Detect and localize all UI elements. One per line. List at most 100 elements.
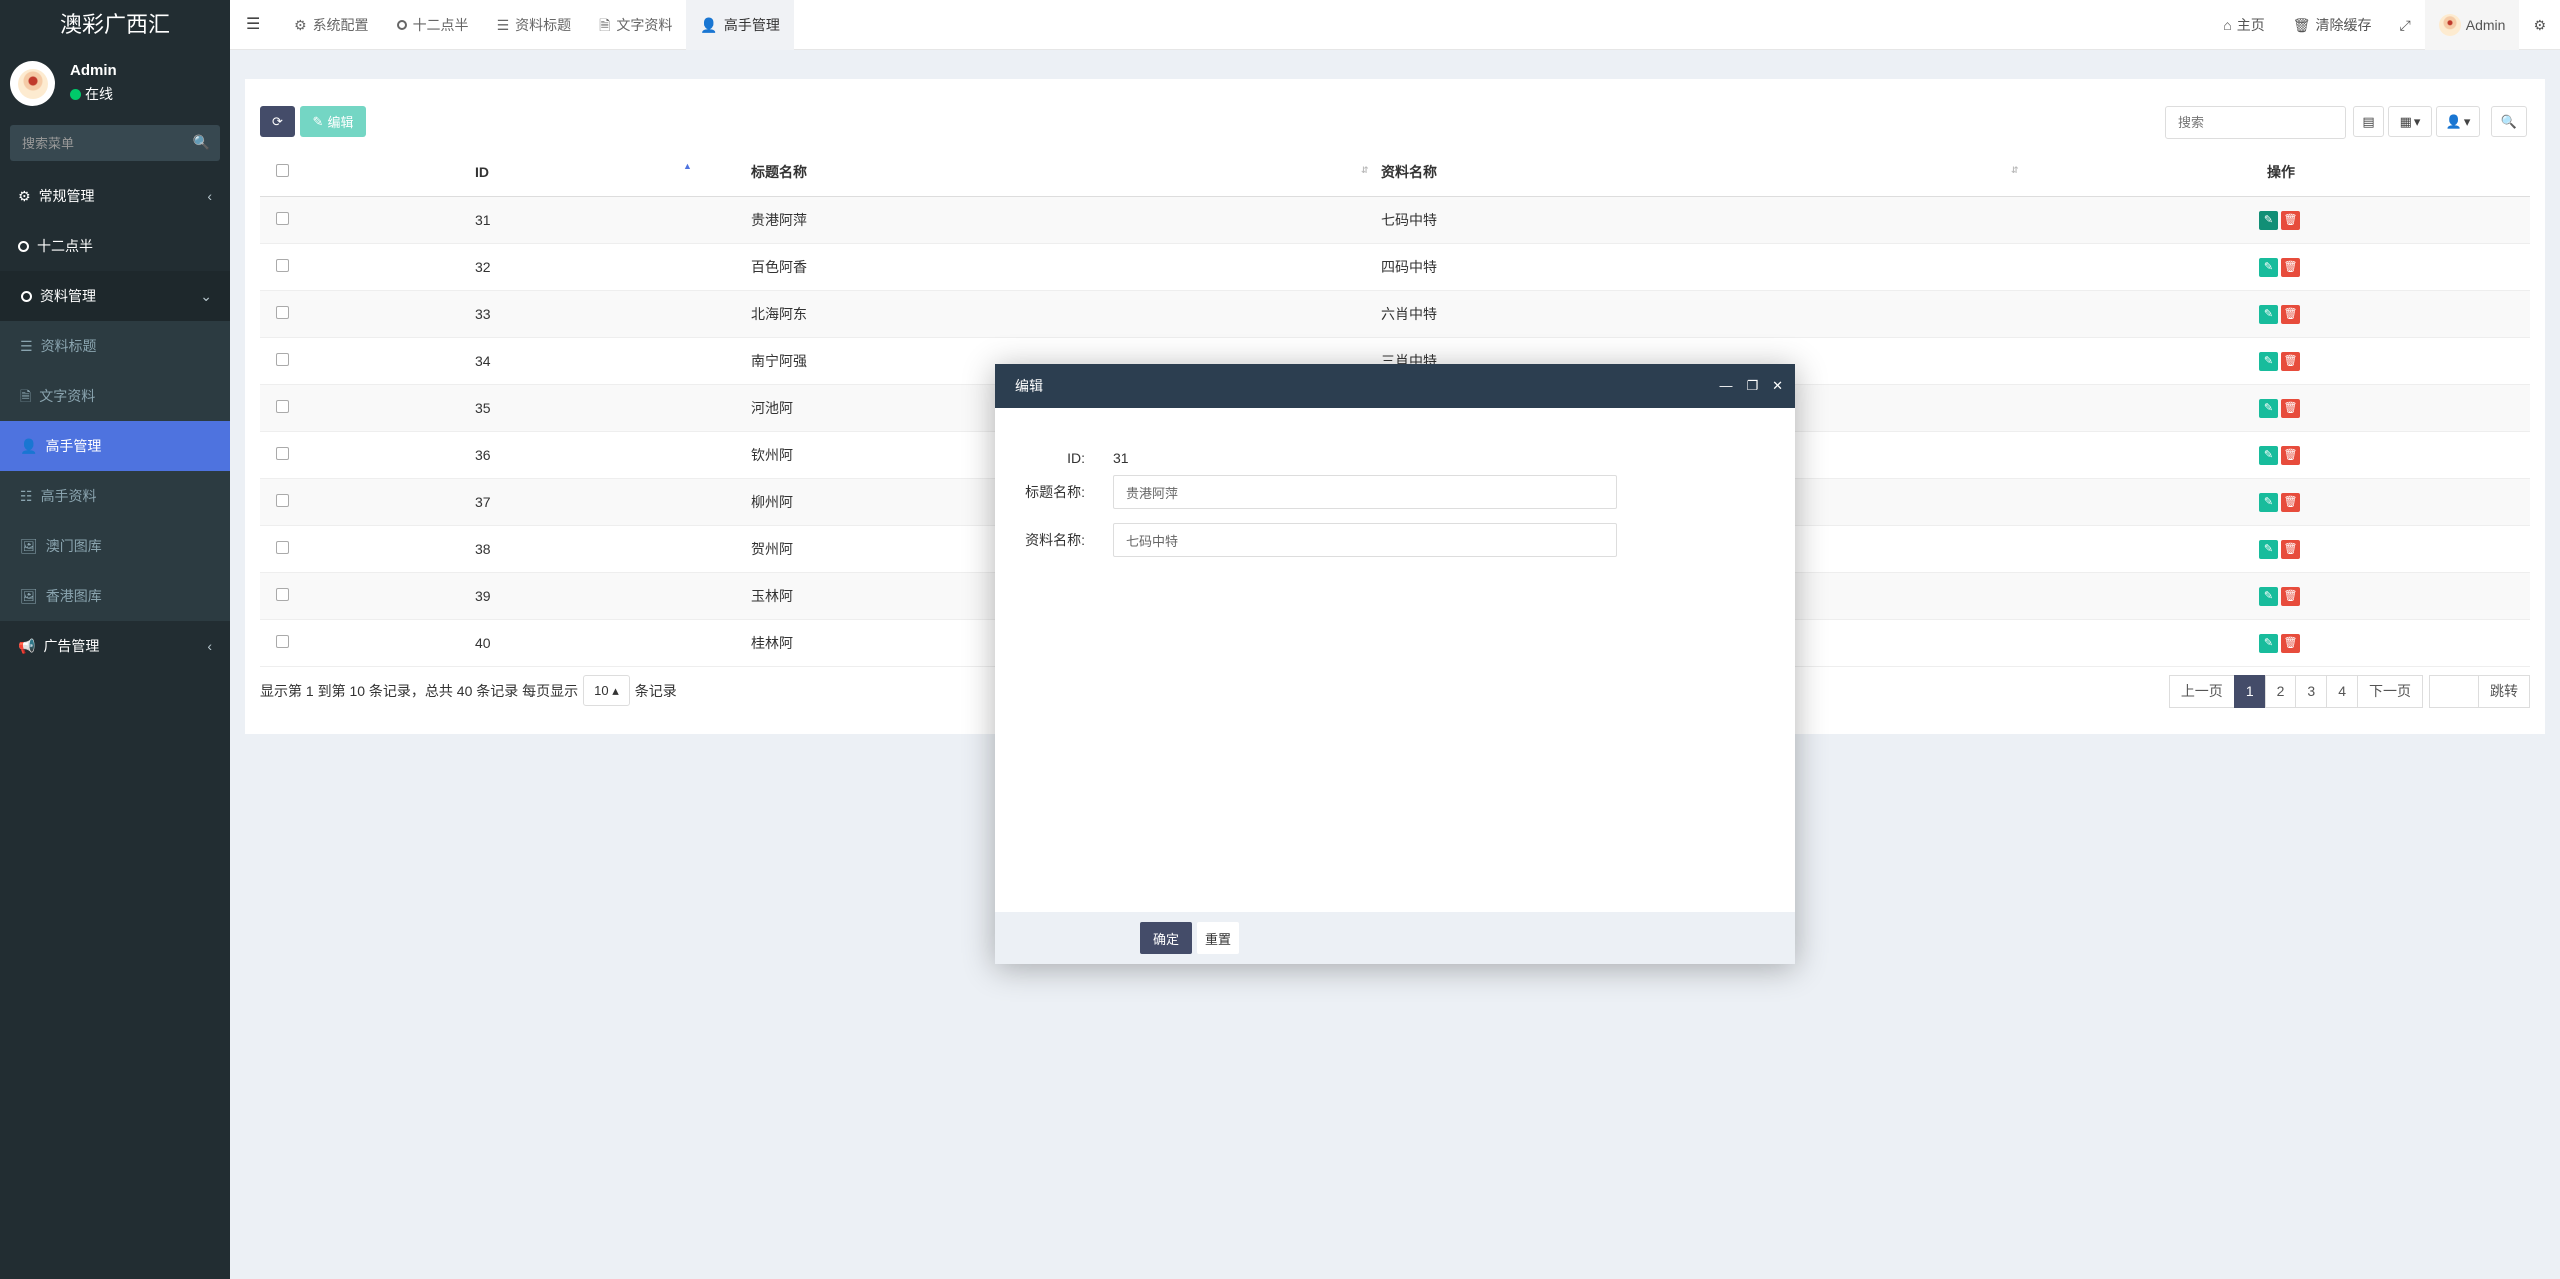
menu-general[interactable]: ⚙ 常规管理 ‹ [0,171,230,221]
menu-ads[interactable]: 📢 广告管理 ‹ [0,621,230,671]
settings-button[interactable]: ⚙ [2519,0,2560,50]
row-delete-button[interactable]: 🗑 [2281,257,2300,277]
table-row[interactable]: 32 百色阿香 四码中特 ✎ 🗑 [260,243,2530,291]
advanced-search-button[interactable]: 🔍 [2491,106,2527,137]
row-select-cell [260,619,305,667]
row-checkbox[interactable] [276,399,289,413]
jump-button[interactable]: 跳转 [2478,675,2530,708]
table-row[interactable]: 33 北海阿东 六肖中特 ✎ 🗑 [260,290,2530,338]
cell-id: 38 [305,525,731,573]
row-edit-button[interactable]: ✎ [2259,398,2278,418]
row-select-cell [260,243,305,291]
row-edit-button[interactable]: ✎ [2259,257,2278,277]
page-4-button[interactable]: 4 [2326,675,2358,708]
menu-half[interactable]: 十二点半 [0,221,230,271]
row-edit-button[interactable]: ✎ [2259,210,2278,230]
row-delete-button[interactable]: 🗑 [2281,539,2300,559]
row-delete-button[interactable]: 🗑 [2281,304,2300,324]
brand-title[interactable]: 澳彩广西汇 [0,0,230,50]
row-checkbox[interactable] [276,587,289,601]
close-icon[interactable]: ✕ [1772,364,1783,408]
maximize-icon[interactable]: ❐ [1746,364,1758,408]
row-delete-button[interactable]: 🗑 [2281,586,2300,606]
row-checkbox[interactable] [276,211,289,225]
menu-toggle-icon[interactable]: ☰ [246,14,260,34]
status-label: 在线 [85,86,113,102]
col-title[interactable]: 标题名称 ⇵ [731,149,1381,197]
refresh-button[interactable]: ⟳ [260,106,295,137]
columns-button[interactable]: ▦ ▾ [2388,106,2432,137]
pencil-icon: ✎ [312,113,324,129]
row-checkbox[interactable] [276,446,289,460]
avatar [2438,14,2461,36]
row-checkbox[interactable] [276,493,289,507]
sidebar-search-input[interactable] [10,125,220,161]
row-delete-button[interactable]: 🗑 [2281,351,2300,371]
col-name[interactable]: 资料名称 ⇵ [1381,149,2032,197]
sidebar-item-label: 澳门图库 [45,538,102,554]
user-menu[interactable]: Admin [2424,0,2520,50]
sidebar-item-expert-data[interactable]: ☷ 高手资料 [0,471,230,521]
circle-icon [21,290,32,302]
row-delete-button[interactable]: 🗑 [2281,210,2300,230]
jump-page-input[interactable] [2429,675,2479,708]
row-edit-button[interactable]: ✎ [2259,445,2278,465]
table-search-input[interactable] [2165,106,2346,139]
row-edit-button[interactable]: ✎ [2259,492,2278,512]
row-delete-button[interactable]: 🗑 [2281,492,2300,512]
row-delete-button[interactable]: 🗑 [2281,633,2300,653]
row-edit-button[interactable]: ✎ [2259,351,2278,371]
row-checkbox[interactable] [276,540,289,554]
row-edit-button[interactable]: ✎ [2259,304,2278,324]
title-label: 标题名称: [1025,484,1085,500]
cell-id: 37 [305,478,731,526]
row-checkbox[interactable] [276,305,289,319]
cell-id: 34 [305,337,731,385]
tab-system-config[interactable]: ⚙ 系统配置 [280,0,383,50]
sidebar-item-hk-gallery[interactable]: 🖼 香港图库 [0,571,230,621]
edit-button[interactable]: ✎ 编辑 [300,106,366,137]
select-all-checkbox[interactable] [276,164,289,178]
reset-button[interactable]: 重置 [1197,922,1239,954]
sidebar-item-experts[interactable]: 👤 高手管理 [0,421,230,471]
export-button[interactable]: 👤 ▾ [2436,106,2480,137]
table-row[interactable]: 31 贵港阿萍 七码中特 ✎ 🗑 [260,196,2530,244]
col-title-label: 标题名称 [751,164,807,181]
tab-titles[interactable]: ☰ 资料标题 [483,0,586,50]
name-field[interactable] [1113,523,1617,557]
page-2-button[interactable]: 2 [2264,675,2297,708]
fullscreen-button[interactable]: ⤢ [2386,0,2425,50]
next-page-button[interactable]: 下一页 [2357,675,2423,708]
sidebar-item-macau-gallery[interactable]: 🖼 澳门图库 [0,521,230,571]
row-checkbox[interactable] [276,258,289,272]
row-delete-button[interactable]: 🗑 [2281,445,2300,465]
page-size-select[interactable]: 10 ▴ [583,675,630,706]
home-link[interactable]: ⌂ 主页 [2209,0,2278,50]
prev-page-button[interactable]: 上一页 [2168,675,2235,708]
row-edit-button[interactable]: ✎ [2259,586,2278,606]
cell-actions: ✎ 🗑 [2032,572,2530,620]
row-edit-button[interactable]: ✎ [2259,539,2278,559]
row-checkbox[interactable] [276,352,289,366]
minimize-icon[interactable]: — [1719,364,1732,408]
nav-tabs: ⚙ 系统配置 十二点半 ☰ 资料标题 🗎 文字资料 👤 高手管理 [280,0,794,50]
tab-text[interactable]: 🗎 文字资料 [585,0,686,50]
row-delete-button[interactable]: 🗑 [2281,398,2300,418]
row-edit-button[interactable]: ✎ [2259,633,2278,653]
tab-half[interactable]: 十二点半 [383,0,483,50]
confirm-button[interactable]: 确定 [1140,922,1192,954]
title-field[interactable] [1113,475,1617,509]
tab-experts[interactable]: 👤 高手管理 [686,0,794,50]
toggle-view-button[interactable]: ▤ [2353,106,2384,137]
search-icon[interactable]: 🔍 [193,134,210,151]
row-checkbox[interactable] [276,634,289,648]
row-select-cell [260,196,305,244]
page-3-button[interactable]: 3 [2295,675,2328,708]
gears-icon: ⚙ [18,188,31,204]
menu-data-mgmt[interactable]: 资料管理 ⌄ [0,271,230,321]
sidebar-item-titles[interactable]: ☰ 资料标题 [0,321,230,371]
page-1-button[interactable]: 1 [2233,675,2266,708]
col-id[interactable]: ID ▲ [305,149,731,197]
sidebar-item-text[interactable]: 🗎 文字资料 [0,371,230,421]
clear-cache-button[interactable]: 🗑 清除缓存 [2279,0,2386,50]
